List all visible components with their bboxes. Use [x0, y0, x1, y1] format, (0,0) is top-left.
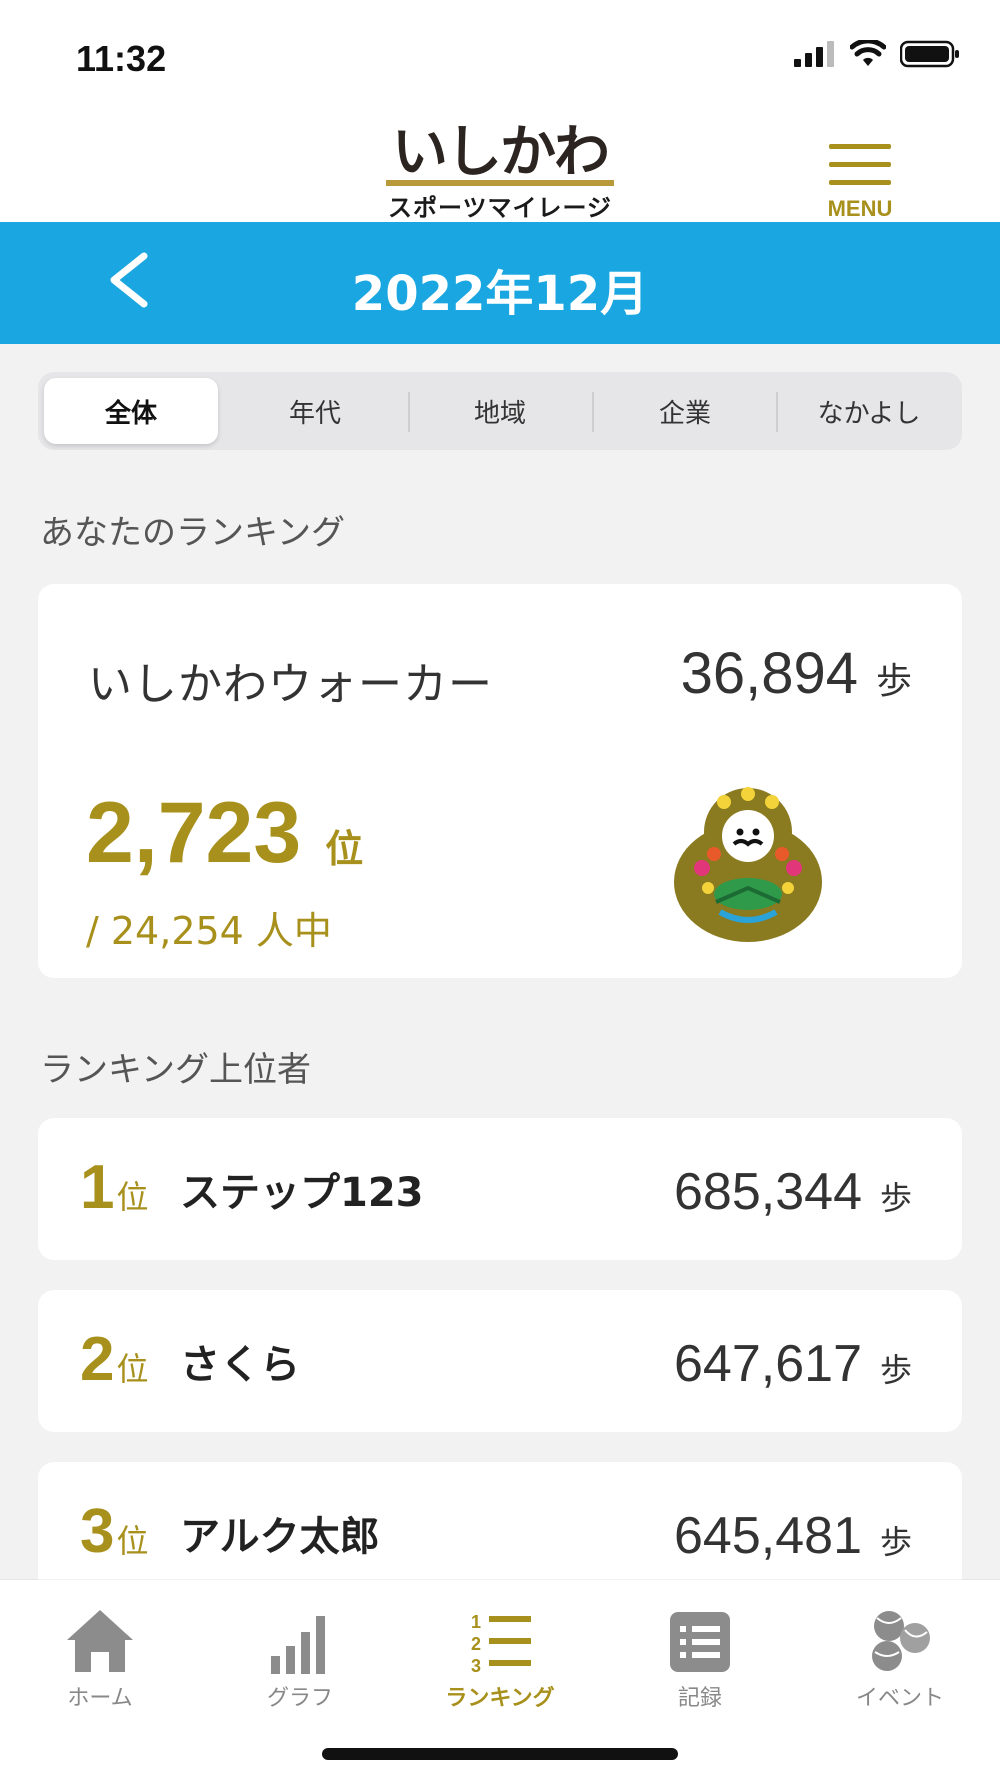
ranking-steps-value: 647,617 [674, 1335, 862, 1393]
my-user-name: いしかわウォーカー [88, 659, 493, 710]
ranking-position-unit: 位 [116, 1178, 149, 1216]
my-rank: 2,723 位 [86, 784, 363, 883]
tab-company[interactable]: 企業 [598, 378, 772, 444]
ranking-position-unit: 位 [116, 1522, 149, 1560]
tab-graph[interactable]: グラフ [200, 1600, 400, 1711]
ranking-position-value: 3 [80, 1497, 115, 1566]
tab-ranking[interactable]: 1 2 3 ランキング [400, 1600, 600, 1711]
tab-home-label: ホーム [67, 1686, 133, 1711]
bar-graph-icon [271, 1616, 325, 1674]
ranking-user-name: さくら [180, 1342, 300, 1388]
tab-home[interactable]: ホーム [0, 1600, 200, 1711]
svg-text:3: 3 [471, 1656, 481, 1674]
ranking-steps: 647,617 歩 [674, 1334, 912, 1394]
ranking-steps-unit: 歩 [879, 1523, 912, 1561]
logo-main-text: いしかわ [392, 119, 610, 185]
record-list-icon [670, 1612, 730, 1672]
status-bar: 11:32 [0, 0, 1000, 110]
app-header: いしかわ スポーツマイレージ MENU [0, 110, 1000, 222]
ranking-row[interactable]: 2 位 さくら 647,617 歩 [38, 1290, 962, 1432]
tab-divider [408, 392, 410, 432]
home-indicator [322, 1748, 678, 1760]
ranking-row[interactable]: 1 位 ステップ123 685,344 歩 [38, 1118, 962, 1260]
tab-friends[interactable]: なかよし [782, 378, 956, 444]
ranking-steps-unit: 歩 [879, 1351, 912, 1389]
signal-icon [794, 41, 834, 67]
svg-text:2: 2 [471, 1634, 481, 1654]
tab-event-label: イベント [855, 1686, 944, 1711]
tab-divider [776, 392, 778, 432]
ranking-position: 1 位 [80, 1152, 149, 1223]
logo-sub-text: スポーツマイレージ [387, 194, 613, 222]
app-logo[interactable]: いしかわ スポーツマイレージ [384, 116, 616, 222]
ranking-position: 2 位 [80, 1324, 149, 1395]
ranking-position-value: 2 [80, 1325, 115, 1394]
battery-icon [900, 40, 959, 68]
month-bar: 2022年12月 [0, 222, 1000, 344]
menu-button[interactable]: MENU [810, 130, 910, 221]
my-steps: 36,894 歩 [681, 640, 912, 707]
ranking-user-name: ステップ123 [180, 1170, 424, 1216]
tab-ranking-label: ランキング [445, 1686, 555, 1711]
ranking-steps-value: 685,344 [674, 1163, 862, 1221]
my-rank-unit: 位 [325, 827, 364, 871]
home-icon [67, 1610, 133, 1672]
tab-divider [592, 392, 594, 432]
tab-graph-label: グラフ [266, 1686, 333, 1711]
my-ranking-heading: あなたのランキング [40, 513, 345, 553]
hamburger-icon [810, 130, 910, 185]
menu-label: MENU [827, 196, 893, 221]
my-steps-unit: 歩 [875, 661, 912, 702]
my-ranking-card: いしかわウォーカー 36,894 歩 2,723 位 / 24,254 人中 [38, 584, 962, 978]
mascot-icon [674, 787, 822, 942]
month-title: 2022年12月 [351, 266, 649, 322]
ranking-user-name: アルク太郎 [180, 1514, 380, 1560]
my-rank-total: / 24,254 人中 [86, 909, 332, 953]
logo-bar [386, 180, 614, 186]
tab-record-label: 記録 [677, 1686, 722, 1711]
tab-record[interactable]: 記録 [600, 1600, 800, 1711]
svg-text:1: 1 [471, 1612, 481, 1632]
ranking-steps-unit: 歩 [879, 1179, 912, 1217]
tab-event[interactable]: イベント [800, 1600, 1000, 1711]
ranking-steps-value: 645,481 [674, 1507, 862, 1565]
ranking-list-icon: 1 2 3 [471, 1612, 531, 1674]
tab-all[interactable]: 全体 [44, 378, 218, 444]
ranking-steps: 645,481 歩 [674, 1506, 912, 1566]
tab-age[interactable]: 年代 [228, 378, 402, 444]
ranking-position-unit: 位 [116, 1350, 149, 1388]
ranking-position: 3 位 [80, 1496, 149, 1567]
ranking-steps: 685,344 歩 [674, 1162, 912, 1222]
wifi-icon [850, 40, 886, 66]
sports-balls-icon [872, 1611, 930, 1671]
my-rank-value: 2,723 [86, 785, 302, 881]
ranking-category-tabs: 全体 年代 地域 企業 なかよし [38, 372, 962, 450]
tab-region[interactable]: 地域 [413, 378, 587, 444]
status-time: 11:32 [76, 38, 167, 79]
status-icons [794, 40, 960, 68]
my-steps-value: 36,894 [680, 641, 858, 706]
top-ranking-heading: ランキング上位者 [40, 1050, 311, 1090]
ranking-position-value: 1 [80, 1153, 115, 1222]
